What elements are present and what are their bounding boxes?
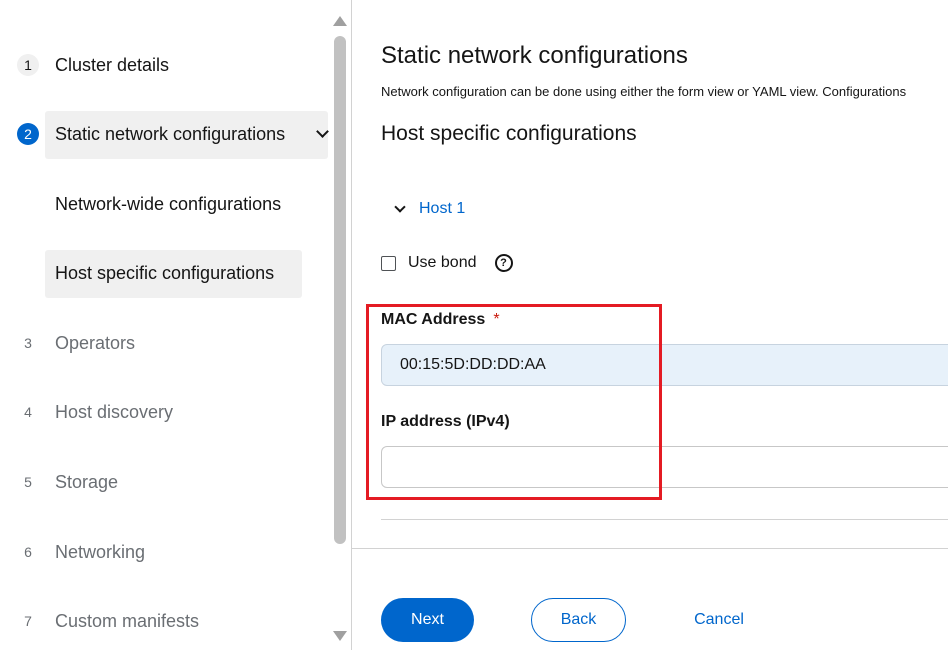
step-label: Host discovery xyxy=(55,401,174,422)
step-number: 2 xyxy=(17,123,39,145)
wizard-step-operators[interactable]: 3 Operators xyxy=(0,320,330,366)
step-number: 4 xyxy=(24,404,32,420)
annotation-highlight-box xyxy=(366,304,662,500)
scroll-up-arrow-icon[interactable] xyxy=(333,16,347,26)
caret-down-icon xyxy=(394,201,406,213)
scroll-down-arrow-icon[interactable] xyxy=(333,631,347,641)
page-title: Static network configurations xyxy=(381,42,688,69)
wizard-nav: 1 Cluster details 2 Static network confi… xyxy=(0,0,351,650)
cancel-button[interactable]: Cancel xyxy=(684,598,754,642)
help-icon[interactable]: ? xyxy=(494,254,513,272)
substep-label: Network-wide configurations xyxy=(55,193,282,214)
wizard-substep-host-specific[interactable]: Host specific configurations xyxy=(0,250,330,296)
step-number: 7 xyxy=(24,613,32,629)
step-label: Static network configurations xyxy=(55,123,286,144)
wizard-step-storage[interactable]: 5 Storage xyxy=(0,459,330,505)
page-description: Network configuration can be done using … xyxy=(381,84,907,99)
back-button[interactable]: Back xyxy=(531,598,626,642)
host-toggle-label: Host 1 xyxy=(419,200,466,217)
wizard-step-custom-manifests[interactable]: 7 Custom manifests xyxy=(0,598,330,644)
step-label: Operators xyxy=(55,332,136,353)
wizard-step-host-discovery[interactable]: 4 Host discovery xyxy=(0,389,330,435)
wizard-main: Static network configurations Network co… xyxy=(352,0,948,650)
step-label: Storage xyxy=(55,471,119,492)
scrollbar-thumb[interactable] xyxy=(334,36,346,544)
use-bond-checkbox[interactable] xyxy=(381,255,396,271)
step-number: 3 xyxy=(24,335,32,351)
substep-label: Host specific configurations xyxy=(55,262,275,283)
wizard-step-static-network[interactable]: 2 Static network configurations xyxy=(0,111,330,157)
step-label: Networking xyxy=(55,541,146,562)
footer-divider xyxy=(352,548,948,549)
wizard-substep-network-wide[interactable]: Network-wide configurations xyxy=(0,181,330,227)
next-button[interactable]: Next xyxy=(381,598,474,642)
step-label: Custom manifests xyxy=(55,610,200,631)
wizard-step-cluster-details[interactable]: 1 Cluster details xyxy=(0,42,330,88)
use-bond-label[interactable]: Use bond xyxy=(408,254,477,272)
step-number: 5 xyxy=(24,474,32,490)
wizard-step-networking[interactable]: 6 Networking xyxy=(0,529,330,575)
use-bond-row: Use bond ? xyxy=(381,254,513,272)
step-number: 6 xyxy=(24,544,32,560)
form-divider xyxy=(381,519,948,520)
step-number: 1 xyxy=(17,54,39,76)
host-expand-toggle[interactable]: Host 1 xyxy=(394,200,466,218)
step-label: Cluster details xyxy=(55,54,170,75)
section-title: Host specific configurations xyxy=(381,122,637,145)
